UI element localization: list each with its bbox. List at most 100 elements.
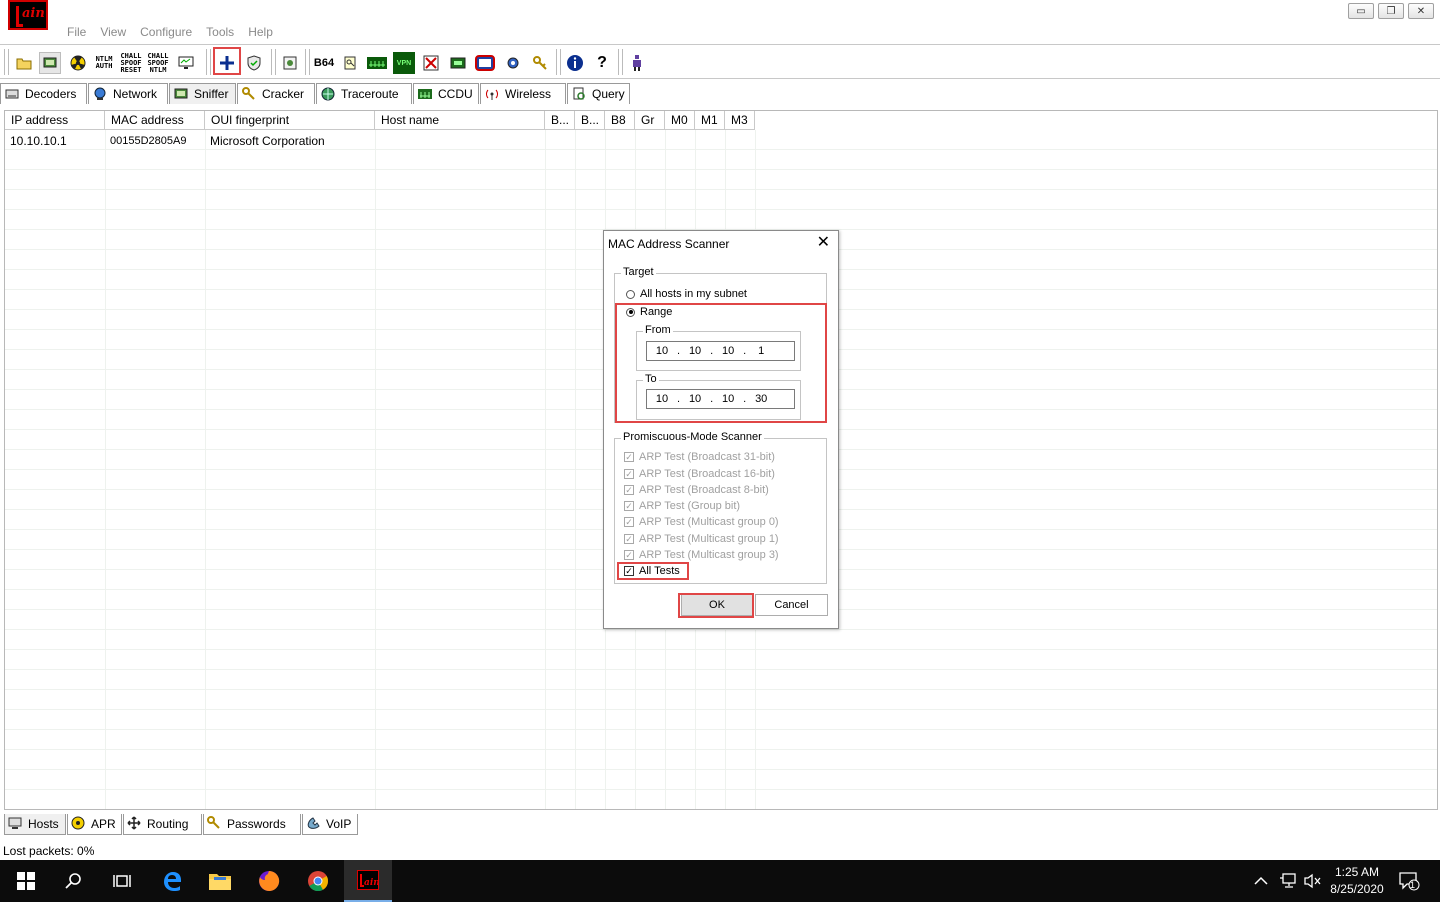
key-note-icon[interactable] — [339, 52, 361, 74]
checkbox-arp-group[interactable]: ✓ ARP Test (Group bit) — [624, 500, 740, 512]
network-tray[interactable] — [1279, 860, 1297, 902]
tab-sniffer[interactable]: Sniffer — [169, 83, 236, 104]
checkbox-label: ARP Test (Multicast group 1) — [639, 533, 779, 545]
taskbar-cain[interactable]: ain — [344, 860, 392, 902]
task-view-button[interactable] — [98, 860, 146, 902]
ip-octet[interactable]: 10 — [713, 393, 743, 405]
menu-tools[interactable]: Tools — [199, 24, 241, 40]
toolbar-grip[interactable] — [271, 49, 276, 75]
column-header-m0[interactable]: M0 — [665, 111, 695, 130]
from-ip-input[interactable]: 10. 10. 10. 1 — [646, 341, 795, 361]
tab-traceroute[interactable]: Traceroute — [316, 83, 412, 104]
column-header-b8[interactable]: B8 — [605, 111, 635, 130]
tab-apr[interactable]: APR — [67, 814, 122, 835]
checkbox-all-tests[interactable]: ✓ All Tests — [624, 565, 680, 577]
menu-help[interactable]: Help — [241, 24, 280, 40]
taskbar-chrome[interactable] — [294, 860, 342, 902]
menu-file[interactable]: File — [60, 24, 93, 40]
restore-button[interactable]: ❐ — [1378, 3, 1404, 19]
info-icon[interactable] — [564, 52, 586, 74]
gear-user-icon[interactable] — [502, 52, 524, 74]
tab-passwords[interactable]: Passwords — [203, 814, 301, 835]
column-header-b1[interactable]: B... — [545, 111, 575, 130]
ok-button[interactable]: OK — [681, 594, 753, 616]
checkbox-arp-bcast8[interactable]: ✓ ARP Test (Broadcast 8-bit) — [624, 484, 769, 496]
open-folder-icon[interactable] — [13, 52, 35, 74]
start-sniffer-icon[interactable] — [39, 52, 61, 74]
menu-view[interactable]: View — [93, 24, 133, 40]
ip-octet[interactable]: 10 — [680, 345, 710, 357]
dialog-close-icon[interactable]: ✕ — [817, 234, 830, 252]
ip-octet[interactable]: 10 — [713, 345, 743, 357]
column-header-mac[interactable]: MAC address — [105, 111, 205, 130]
minimize-button[interactable]: ▭ — [1348, 3, 1374, 19]
monitor-icon[interactable] — [175, 52, 197, 74]
checkbox-arp-mcast0[interactable]: ✓ ARP Test (Multicast group 0) — [624, 516, 779, 528]
to-ip-input[interactable]: 10. 10. 10. 30 — [646, 389, 795, 409]
ip-octet[interactable]: 1 — [746, 345, 776, 357]
checkbox-label: All Tests — [639, 565, 680, 577]
cancel-button[interactable]: Cancel — [755, 594, 828, 616]
certificate-icon[interactable] — [279, 52, 301, 74]
toolbar-grip[interactable] — [305, 49, 310, 75]
table-row[interactable]: 10.10.10.1 00155D2805A9 Microsoft Corpor… — [5, 132, 375, 150]
radiation-icon[interactable] — [67, 52, 89, 74]
ip-octet[interactable]: 10 — [680, 393, 710, 405]
toolbar-grip[interactable] — [206, 49, 211, 75]
tab-routing[interactable]: Routing — [123, 814, 202, 835]
chall-spoof-ntlm-button[interactable]: CHALL SPOOF NTLM — [147, 52, 169, 74]
column-header-b2[interactable]: B... — [575, 111, 605, 130]
help-icon[interactable]: ? — [591, 52, 613, 74]
start-button[interactable] — [2, 860, 50, 902]
lsa-secrets-icon[interactable] — [366, 52, 388, 74]
chall-spoof-reset-button[interactable]: CHALL SPOOF RESET — [120, 52, 142, 74]
display-icon[interactable] — [474, 52, 496, 74]
taskbar-clock[interactable]: 1:25 AM 8/25/2020 — [1322, 864, 1392, 898]
vnc-icon[interactable] — [420, 52, 442, 74]
column-header-gr[interactable]: Gr — [635, 111, 665, 130]
plus-icon[interactable] — [216, 52, 238, 74]
taskbar-firefox[interactable] — [245, 860, 293, 902]
checkbox-arp-bcast31[interactable]: ✓ ARP Test (Broadcast 31-bit) — [624, 451, 775, 463]
ntlm-auth-button[interactable]: NTLM AUTH — [93, 52, 115, 74]
key-icon[interactable] — [529, 52, 551, 74]
checkbox-arp-bcast16[interactable]: ✓ ARP Test (Broadcast 16-bit) — [624, 468, 775, 480]
column-header-m1[interactable]: M1 — [695, 111, 725, 130]
chip-icon[interactable] — [447, 52, 469, 74]
tab-decoders[interactable]: Decoders — [0, 83, 87, 104]
tab-network[interactable]: Network — [88, 83, 168, 104]
tab-voip[interactable]: VoIP — [302, 814, 358, 835]
tab-wireless[interactable]: Wireless — [480, 83, 566, 104]
toolbar-grip[interactable] — [618, 49, 623, 75]
checkbox-arp-mcast3[interactable]: ✓ ARP Test (Multicast group 3) — [624, 549, 779, 561]
shield-icon[interactable] — [243, 52, 265, 74]
ip-octet[interactable]: 30 — [746, 393, 776, 405]
tab-ccdu[interactable]: CCDU — [413, 83, 479, 104]
column-header-m3[interactable]: M3 — [725, 111, 755, 130]
action-center[interactable]: 1 — [1398, 860, 1420, 902]
column-header-oui[interactable]: OUI fingerprint — [205, 111, 375, 130]
radio-range[interactable]: Range — [626, 306, 672, 318]
tab-query[interactable]: Query — [567, 83, 630, 104]
radio-all-hosts[interactable]: All hosts in my subnet — [626, 288, 747, 300]
sniffer-icon — [174, 87, 188, 101]
ip-octet[interactable]: 10 — [647, 393, 677, 405]
show-hidden-icons[interactable] — [1254, 860, 1268, 902]
tab-hosts[interactable]: Hosts — [4, 814, 66, 835]
taskbar-edge[interactable] — [148, 860, 196, 902]
search-button[interactable] — [50, 860, 98, 902]
tab-cracker[interactable]: Cracker — [237, 83, 315, 104]
column-header-hostname[interactable]: Host name — [375, 111, 545, 130]
taskbar-file-explorer[interactable] — [196, 860, 244, 902]
column-header-ip[interactable]: IP address — [5, 111, 105, 130]
toolbar-grip[interactable] — [556, 49, 561, 75]
user-icon[interactable] — [626, 52, 648, 74]
toolbar-grip[interactable] — [4, 49, 9, 75]
menu-configure[interactable]: Configure — [133, 24, 199, 40]
checkbox-arp-mcast1[interactable]: ✓ ARP Test (Multicast group 1) — [624, 533, 779, 545]
ip-octet[interactable]: 10 — [647, 345, 677, 357]
volume-tray[interactable] — [1303, 860, 1321, 902]
vpn-button[interactable]: VPN — [393, 52, 415, 74]
base64-button[interactable]: B64 — [313, 52, 335, 74]
close-button[interactable]: ✕ — [1408, 3, 1434, 19]
